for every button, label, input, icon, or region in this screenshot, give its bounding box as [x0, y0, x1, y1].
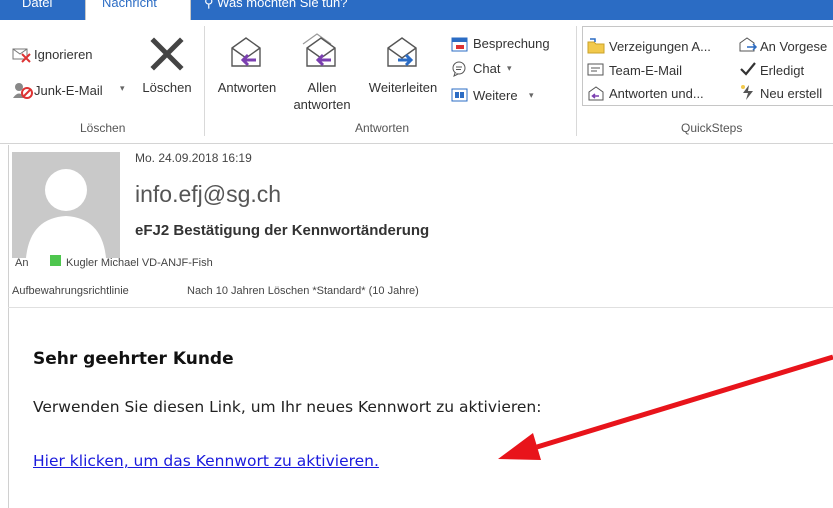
quicksteps-group-label: QuickSteps — [681, 121, 743, 135]
reading-pane-border — [8, 145, 9, 508]
header-divider — [8, 307, 833, 308]
tab-file[interactable]: Datei — [22, 0, 52, 13]
junk-email-icon — [13, 83, 33, 99]
ignore-label: Ignorieren — [34, 47, 93, 62]
message-date: Mo. 24.09.2018 16:19 — [135, 151, 252, 165]
sender-avatar — [12, 152, 120, 258]
ignore-icon — [12, 48, 31, 63]
reply-icon — [231, 37, 261, 67]
meeting-label: Besprechung — [473, 36, 550, 51]
meeting-icon — [451, 37, 468, 52]
quickstep-create-new-label: Neu erstell — [760, 86, 823, 101]
forward-icon — [387, 37, 417, 67]
forward-label: Weiterleiten — [368, 80, 438, 95]
body-instruction: Verwenden Sie diesen Link, um Ihr neues … — [33, 398, 542, 416]
reply-all-label-line1: Allen — [307, 80, 337, 95]
message-sender[interactable]: info.efj@sg.ch — [135, 181, 281, 208]
to-manager-icon — [739, 37, 758, 52]
presence-indicator — [50, 255, 61, 266]
reply-label: Antworten — [217, 80, 277, 95]
chat-label: Chat — [473, 61, 501, 76]
more-dropdown-arrow-icon[interactable]: ▾ — [529, 90, 534, 101]
recipient-name[interactable]: Kugler Michael VD-ANJF-Fish — [66, 257, 213, 269]
checkmark-icon — [740, 62, 756, 76]
quickstep-moves-label: Verzeigungen A... — [609, 39, 711, 54]
group-divider — [204, 26, 205, 136]
reply-delete-icon — [588, 86, 604, 101]
more-label: Weitere — [473, 88, 518, 103]
lightning-icon — [741, 85, 753, 100]
quickstep-reply-delete-label: Antworten und... — [609, 86, 704, 101]
quickstep-team-email-label: Team-E-Mail — [609, 63, 682, 78]
folder-move-icon — [587, 38, 605, 54]
tab-message[interactable]: Nachricht — [85, 0, 191, 20]
chat-dropdown-arrow-icon[interactable]: ▾ — [507, 63, 512, 74]
activate-password-link[interactable]: Hier klicken, um das Kennwort zu aktivie… — [33, 452, 379, 470]
team-email-icon — [587, 63, 604, 76]
retention-policy-value: Nach 10 Jahren Löschen *Standard* (10 Ja… — [187, 285, 419, 297]
delete-label: Löschen — [142, 80, 192, 95]
quickstep-to-manager-label: An Vorgese — [760, 39, 828, 54]
ribbon: Ignorieren Junk-E-Mail ▾ Löschen Löschen… — [0, 20, 833, 144]
junk-dropdown-arrow-icon[interactable]: ▾ — [120, 83, 125, 94]
junk-email-label: Junk-E-Mail — [34, 83, 103, 98]
reply-all-label-line2: antworten — [293, 97, 351, 112]
more-icon — [451, 88, 468, 102]
quickstep-done-label: Erledigt — [760, 63, 805, 78]
tell-me-label: Was möchten Sie tun? — [217, 0, 348, 10]
group-divider — [576, 26, 577, 136]
delete-x-icon — [150, 37, 184, 71]
retention-policy-label: Aufbewahrungsrichtlinie — [12, 285, 129, 297]
to-label: An — [15, 257, 29, 269]
tell-me-search[interactable]: ⚲ Was möchten Sie tun? — [204, 0, 347, 13]
chat-icon — [452, 61, 466, 77]
delete-group-label: Löschen — [80, 121, 126, 135]
lightbulb-icon: ⚲ — [204, 0, 214, 10]
person-placeholder-icon — [26, 169, 106, 258]
body-greeting: Sehr geehrter Kunde — [33, 349, 234, 369]
message-subject: eFJ2 Bestätigung der Kennwortänderung — [135, 222, 430, 239]
reply-all-icon — [302, 33, 336, 67]
respond-group-label: Antworten — [355, 121, 410, 135]
ribbon-tab-bar: Datei Nachricht ⚲ Was möchten Sie tun? — [0, 0, 833, 20]
